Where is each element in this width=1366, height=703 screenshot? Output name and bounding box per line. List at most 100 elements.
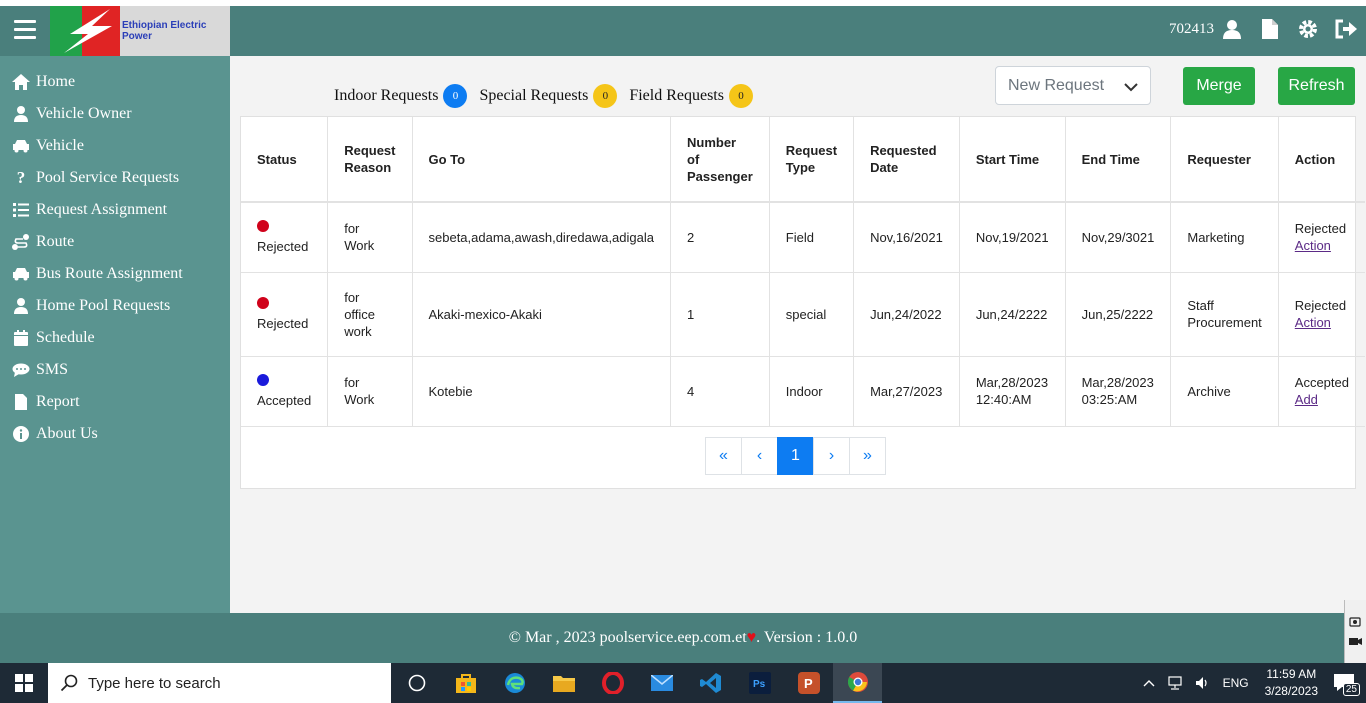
type-cell: special (769, 272, 855, 357)
request-type-select[interactable]: New Request (995, 66, 1151, 105)
volume-icon[interactable] (1195, 676, 1211, 690)
sidebar-item-label: Schedule (36, 329, 95, 346)
opera-browser-icon[interactable] (588, 663, 637, 703)
calendar-icon (11, 329, 31, 347)
footer-version: . Version : 1.0.0 (756, 629, 858, 646)
user-icon (1220, 17, 1244, 41)
task-view-icon[interactable] (392, 663, 441, 703)
next-page-button[interactable]: › (813, 437, 850, 475)
requester-cell: Archive (1170, 356, 1279, 427)
sidebar-item-report[interactable]: Report (0, 386, 230, 418)
counter-label: Indoor Requests (334, 87, 439, 104)
indoor-requests-counter[interactable]: Indoor Requests 0 (334, 84, 468, 108)
sidebar-item-vehicle-owner[interactable]: Vehicle Owner (0, 98, 230, 130)
language-indicator[interactable]: ENG (1223, 676, 1249, 690)
start-time-cell: Mar,28/2023 12:40:AM (959, 356, 1066, 427)
file-icon[interactable] (1258, 17, 1282, 41)
taskbar-apps: Ps P (392, 663, 882, 703)
logo[interactable]: Ethiopian Electric Power (50, 6, 230, 56)
last-page-button[interactable]: » (849, 437, 886, 475)
requested-date-cell: Nov,16/2021 (853, 202, 960, 273)
notification-count: 25 (1342, 683, 1360, 696)
goto-cell: sebeta,adama,awash,diredawa,adigala (412, 202, 671, 273)
postman-icon[interactable]: P (784, 663, 833, 703)
edge-browser-icon[interactable] (490, 663, 539, 703)
col-requester[interactable]: Requester (1170, 117, 1279, 203)
col-passengers[interactable]: Number of Passenger (670, 117, 770, 203)
col-start-time[interactable]: Start Time (959, 117, 1066, 203)
store-icon[interactable] (441, 663, 490, 703)
merge-button[interactable]: Merge (1183, 67, 1255, 105)
passengers-cell: 1 (670, 272, 770, 357)
mail-icon[interactable] (637, 663, 686, 703)
status-cell: Rejected (241, 272, 329, 357)
sidebar-item-label: Pool Service Requests (36, 169, 180, 186)
sidebar-item-bus-route-assignment[interactable]: Bus Route Assignment (0, 258, 230, 290)
type-cell: Field (769, 202, 855, 273)
sidebar-item-label: Bus Route Assignment (36, 265, 183, 282)
requester-cell: Staff Procurement (1170, 272, 1279, 357)
network-icon[interactable] (1167, 676, 1183, 690)
sidebar-item-pool-service-requests[interactable]: ? Pool Service Requests (0, 162, 230, 194)
list-icon (11, 201, 31, 219)
logo-text: Ethiopian Electric Power (122, 20, 207, 42)
col-go-to[interactable]: Go To (412, 117, 671, 203)
add-link[interactable]: Add (1295, 392, 1318, 407)
prev-page-button[interactable]: ‹ (741, 437, 778, 475)
start-time-cell: Jun,24/2222 (959, 272, 1066, 357)
sidebar-item-label: Vehicle Owner (36, 105, 132, 122)
requester-cell: Marketing (1170, 202, 1279, 273)
info-icon (11, 425, 31, 443)
col-action[interactable]: Action (1278, 117, 1365, 203)
pagination: « ‹ 1 › » (705, 437, 886, 475)
sidebar-item-route[interactable]: Route (0, 226, 230, 258)
count-badge: 0 (593, 84, 618, 108)
start-time-cell: Nov,19/2021 (959, 202, 1066, 273)
sidebar-item-about-us[interactable]: About Us (0, 418, 230, 450)
vscode-icon[interactable] (686, 663, 735, 703)
user-menu[interactable]: 702413 (1169, 17, 1244, 41)
refresh-button[interactable]: Refresh (1278, 67, 1355, 105)
file-explorer-icon[interactable] (539, 663, 588, 703)
sms-icon (11, 361, 31, 379)
screen-capture-toolbar[interactable] (1344, 600, 1366, 663)
sidebar-item-label: Report (36, 393, 80, 410)
requests-table: Status Request Reason Go To Number of Passe… (241, 117, 1365, 427)
sidebar-item-vehicle[interactable]: Vehicle (0, 130, 230, 162)
action-link[interactable]: Action (1295, 238, 1331, 253)
system-tray: ENG 11:59 AM 3/28/2023 25 (1137, 663, 1366, 703)
menu-icon[interactable] (14, 20, 36, 40)
gear-icon[interactable] (1296, 17, 1320, 41)
windows-start-button[interactable] (0, 663, 48, 703)
col-request-reason[interactable]: Request Reason (327, 117, 413, 203)
action-link[interactable]: Action (1295, 315, 1331, 330)
photoshop-icon[interactable]: Ps (735, 663, 784, 703)
status-dot-icon (257, 373, 269, 386)
search-placeholder: Type here to search (88, 674, 221, 692)
sidebar-item-schedule[interactable]: Schedule (0, 322, 230, 354)
goto-cell: Kotebie (412, 356, 671, 427)
clock[interactable]: 11:59 AM 3/28/2023 (1265, 666, 1318, 700)
chevron-up-icon[interactable] (1143, 679, 1155, 687)
action-cell: Accepted Add (1278, 356, 1365, 427)
special-requests-counter[interactable]: Special Requests 0 (479, 84, 618, 108)
action-cell: Rejected Action (1278, 202, 1365, 273)
passengers-cell: 4 (670, 356, 770, 427)
col-requested-date[interactable]: Requested Date (853, 117, 960, 203)
col-end-time[interactable]: End Time (1065, 117, 1172, 203)
field-requests-counter[interactable]: Field Requests 0 (629, 84, 753, 108)
page-1-button[interactable]: 1 (777, 437, 814, 475)
sidebar-item-sms[interactable]: SMS (0, 354, 230, 386)
sidebar-item-home-pool-requests[interactable]: Home Pool Requests (0, 290, 230, 322)
search-icon (60, 674, 78, 692)
chrome-browser-icon[interactable] (833, 663, 882, 703)
taskbar-search[interactable]: Type here to search (48, 663, 391, 703)
sidebar-item-home[interactable]: Home (0, 66, 230, 98)
col-status[interactable]: Status (241, 117, 329, 203)
first-page-button[interactable]: « (705, 437, 742, 475)
request-counters: Indoor Requests 0 Special Requests 0 Fie… (334, 84, 765, 108)
col-request-type[interactable]: Request Type (769, 117, 855, 203)
sidebar-item-request-assignment[interactable]: Request Assignment (0, 194, 230, 226)
notification-center-icon[interactable]: 25 (1334, 674, 1360, 696)
logout-icon[interactable] (1334, 17, 1358, 41)
